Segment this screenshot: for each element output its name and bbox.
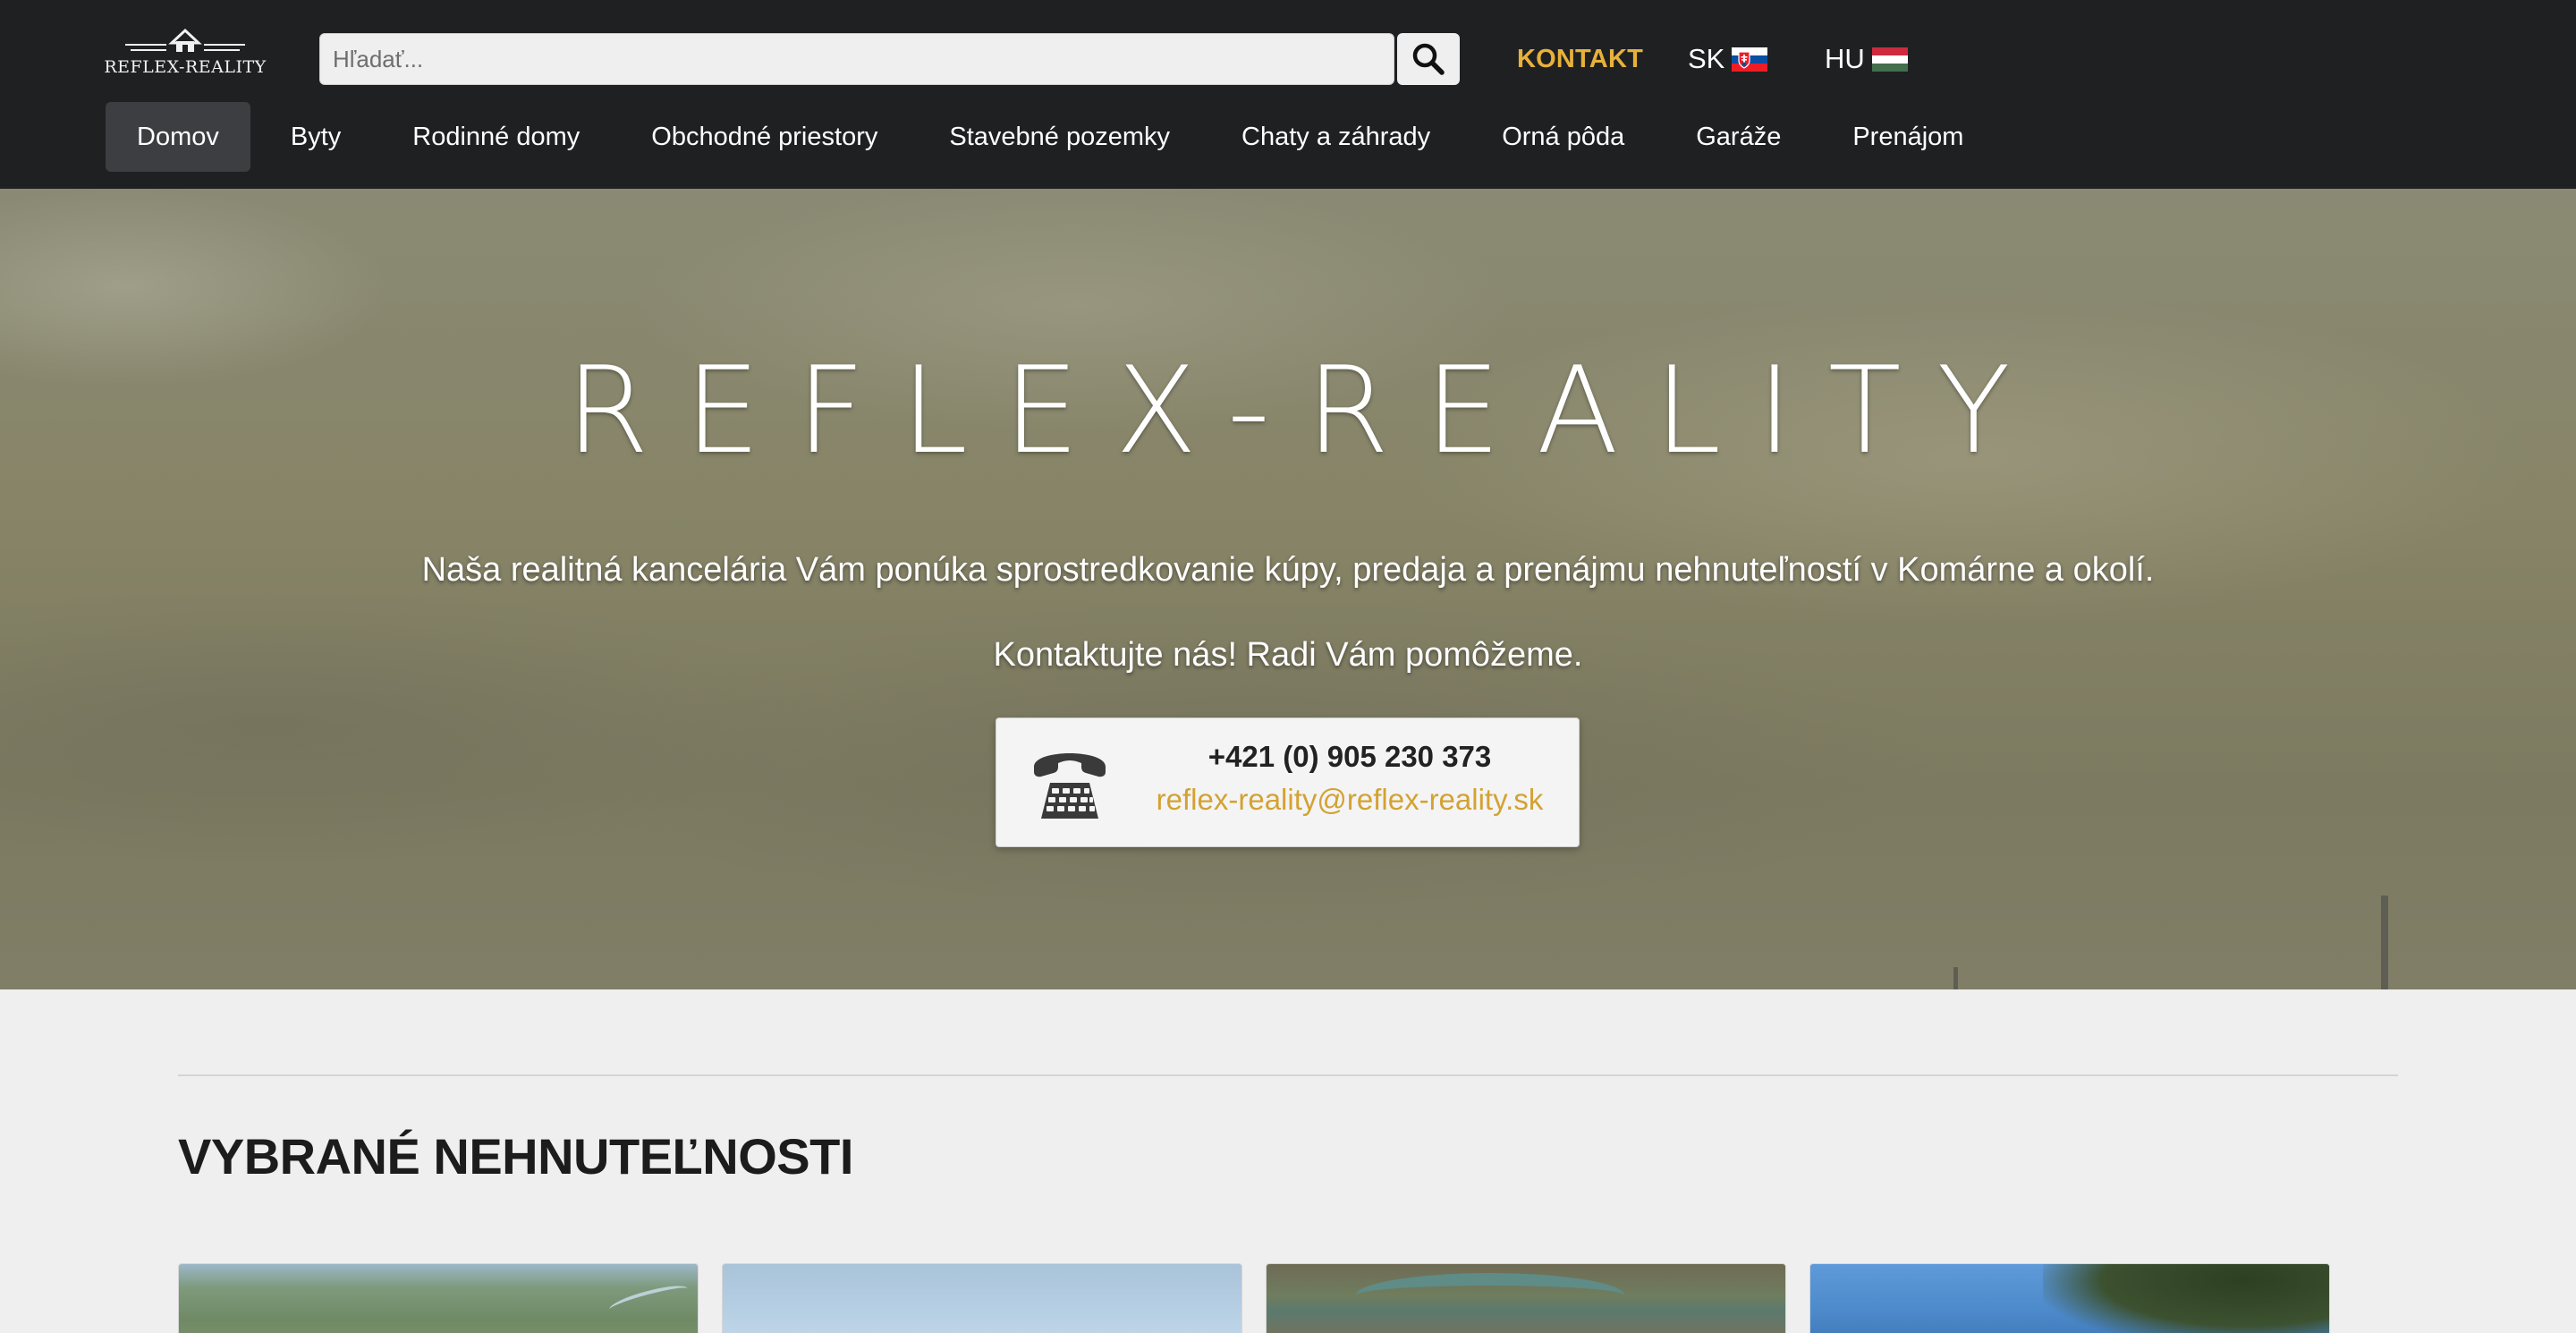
house-logo-icon bbox=[125, 28, 245, 52]
email-link[interactable]: reflex-reality@reflex-reality.sk bbox=[1140, 783, 1560, 817]
telephone-icon bbox=[1034, 753, 1106, 819]
contact-card: +421 (0) 905 230 373 reflex-reality@refl… bbox=[996, 717, 1580, 847]
language-hu-label: HU bbox=[1825, 43, 1865, 74]
search-input[interactable] bbox=[319, 33, 1394, 85]
hero-description: Naša realitná kancelária Vám ponúka spro… bbox=[421, 551, 2155, 589]
nav-item-prenajom[interactable]: Prenájom bbox=[1817, 102, 1999, 172]
kontakt-link[interactable]: KONTAKT bbox=[1517, 41, 1643, 77]
language-sk[interactable]: SK bbox=[1688, 41, 1768, 77]
nav-item-rodinne-domy[interactable]: Rodinné domy bbox=[377, 102, 615, 172]
logo-text: REFLEX-REALITY bbox=[104, 57, 267, 77]
property-card-image[interactable] bbox=[722, 1263, 1242, 1333]
language-hu[interactable]: HU bbox=[1825, 41, 1908, 77]
nav-item-stavebne-pozemky[interactable]: Stavebné pozemky bbox=[913, 102, 1206, 172]
river-detail bbox=[1356, 1273, 1624, 1318]
nav-item-byty[interactable]: Byty bbox=[255, 102, 377, 172]
property-card-image[interactable] bbox=[1266, 1263, 1786, 1333]
hero-cta-text: Kontaktujte nás! Radi Vám pomôžeme. bbox=[993, 636, 1583, 674]
phone-number[interactable]: +421 (0) 905 230 373 bbox=[1140, 740, 1560, 774]
river-detail bbox=[607, 1280, 690, 1318]
search-button[interactable] bbox=[1397, 33, 1460, 85]
section-divider bbox=[178, 1074, 2398, 1076]
main-nav: Domov Byty Rodinné domy Obchodné priesto… bbox=[106, 102, 1999, 172]
hero-title: REFLEX-REALITY bbox=[565, 341, 2046, 480]
featured-section-title: VYBRANÉ NEHNUTEĽNOSTI bbox=[178, 1128, 853, 1184]
hu-flag-icon bbox=[1871, 47, 1908, 72]
property-card-image[interactable] bbox=[178, 1263, 699, 1333]
search-icon bbox=[1412, 43, 1445, 75]
logo[interactable]: REFLEX-REALITY bbox=[102, 27, 268, 82]
nav-item-chaty-a-zahrady[interactable]: Chaty a záhrady bbox=[1206, 102, 1466, 172]
nav-item-obchodne-priestory[interactable]: Obchodné priestory bbox=[615, 102, 913, 172]
tree-detail bbox=[2043, 1264, 2329, 1333]
language-sk-label: SK bbox=[1688, 43, 1725, 74]
chimney-silhouette bbox=[2381, 896, 2388, 989]
tower-silhouette bbox=[1953, 967, 1958, 989]
nav-item-domov[interactable]: Domov bbox=[106, 102, 250, 172]
property-card-image[interactable] bbox=[1809, 1263, 2330, 1333]
nav-item-garaze[interactable]: Garáže bbox=[1660, 102, 1817, 172]
hero-banner: REFLEX-REALITY Naša realitná kancelária … bbox=[0, 189, 2576, 989]
site-header: REFLEX-REALITY KONTAKT SK HU Domov bbox=[0, 0, 2576, 189]
nav-item-orna-poda[interactable]: Orná pôda bbox=[1466, 102, 1660, 172]
sk-flag-icon bbox=[1732, 47, 1768, 72]
